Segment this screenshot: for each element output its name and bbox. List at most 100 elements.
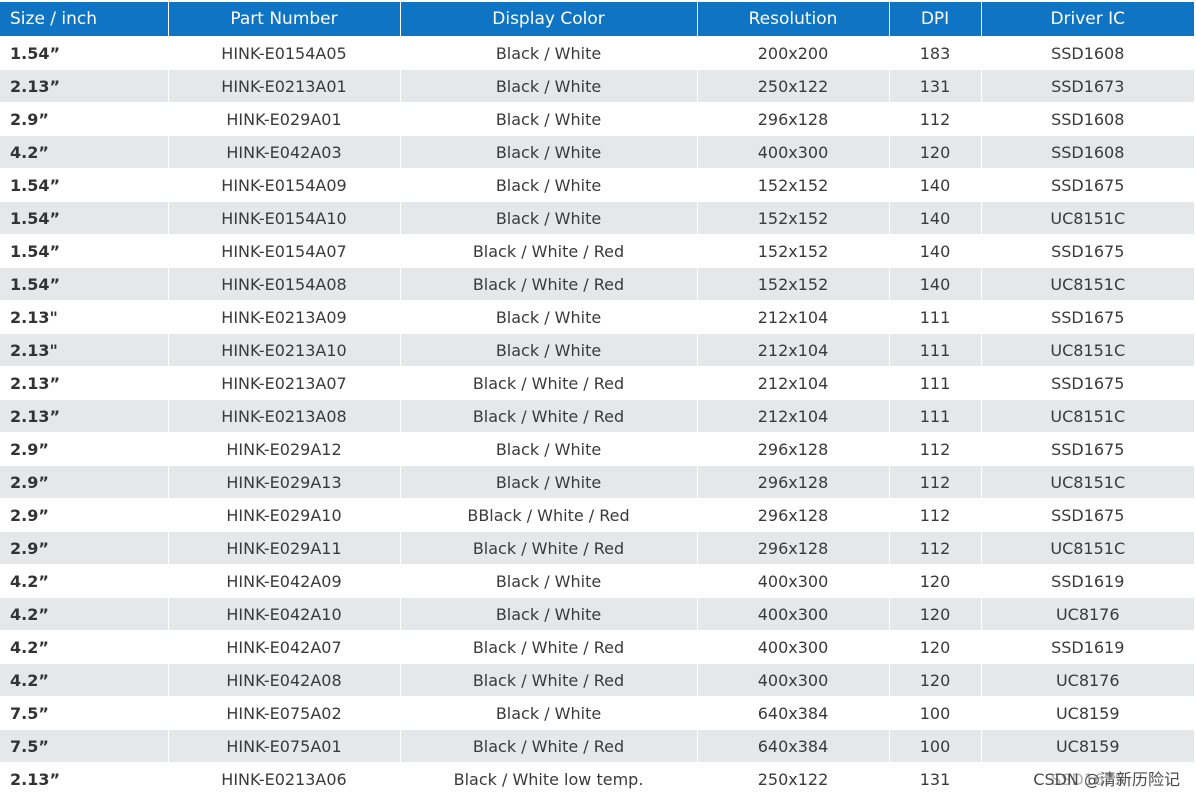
cell-dpi: 120 [889,564,982,598]
cell-resolution: 296x128 [697,465,890,499]
table-row: 4.2” HINK-E042A07 Black / White / Red 400x3… [0,630,1194,664]
watermark-text: CSDN @清新历险记 [1031,766,1182,790]
cell-dpi: 120 [889,630,982,664]
cell-part-number: HINK-E0154A05 [168,36,401,70]
cell-display-color: Black / White / Red [400,267,698,301]
cell-resolution: 296x128 [697,498,890,532]
cell-resolution: 250x122 [697,69,890,103]
cell-display-color: Black / White [400,168,698,202]
cell-driver-ic: SSD1675 [981,168,1194,202]
cell-driver-ic: UC8176 [981,597,1194,631]
cell-part-number: HINK-E0154A07 [168,234,401,268]
cell-display-color: Black / White [400,597,698,631]
cell-size: 2.9” [0,465,169,499]
cell-driver-ic: UC8151C [981,399,1194,433]
cell-size: 4.2” [0,135,169,169]
cell-part-number: HINK-E0154A09 [168,168,401,202]
cell-display-color: Black / White low temp. [400,762,698,795]
cell-driver-ic: SSD1608 [981,36,1194,70]
table-row: 1.54” HINK-E0154A09 Black / White 152x152 14… [0,168,1194,202]
table-row: 2.13” HINK-E0213A06 Black / White low temp… [0,762,1194,795]
cell-part-number: HINK-E0213A08 [168,399,401,433]
cell-dpi: 112 [889,531,982,565]
cell-size: 4.2” [0,597,169,631]
cell-part-number: HINK-E0213A07 [168,366,401,400]
cell-resolution: 400x300 [697,564,890,598]
cell-size: 2.13" [0,333,169,367]
table-row: 7.5” HINK-E075A01 Black / White / Red 640x3… [0,729,1194,763]
cell-driver-ic: UC8151C [981,333,1194,367]
cell-dpi: 111 [889,366,982,400]
cell-resolution: 152x152 [697,201,890,235]
cell-driver-ic: SSD1608 [981,135,1194,169]
cell-driver-ic: SSD1619 [981,630,1194,664]
cell-resolution: 400x300 [697,630,890,664]
cell-size: 2.13” [0,69,169,103]
cell-part-number: HINK-E075A01 [168,729,401,763]
column-header-dpi: DPI [889,2,982,37]
cell-dpi: 120 [889,135,982,169]
cell-driver-ic: UC8159 [981,729,1194,763]
cell-display-color: Black / White / Red [400,663,698,697]
cell-size: 2.13” [0,762,169,795]
cell-dpi: 140 [889,267,982,301]
cell-part-number: HINK-E0154A10 [168,201,401,235]
cell-size: 4.2” [0,564,169,598]
cell-resolution: 212x104 [697,300,890,334]
cell-driver-ic: UC8151C [981,465,1194,499]
cell-size: 2.13” [0,399,169,433]
cell-resolution: 640x384 [697,729,890,763]
cell-resolution: 400x300 [697,135,890,169]
cell-part-number: HINK-E029A13 [168,465,401,499]
cell-display-color: Black / White / Red [400,366,698,400]
cell-dpi: 120 [889,663,982,697]
cell-part-number: HINK-E042A09 [168,564,401,598]
cell-part-number: HINK-E075A02 [168,696,401,730]
cell-resolution: 296x128 [697,102,890,136]
table-row: 1.54” HINK-E0154A10 Black / White 152x152 14… [0,201,1194,235]
cell-driver-ic: SSD1675 [981,432,1194,466]
cell-resolution: 212x104 [697,366,890,400]
cell-resolution: 640x384 [697,696,890,730]
table-row: 2.9” HINK-E029A12 Black / White 296x128 112 S… [0,432,1194,466]
cell-part-number: HINK-E042A07 [168,630,401,664]
cell-part-number: HINK-E029A10 [168,498,401,532]
cell-display-color: Black / White / Red [400,531,698,565]
cell-size: 2.9” [0,432,169,466]
cell-dpi: 140 [889,234,982,268]
table-row: 2.13" HINK-E0213A10 Black / White 212x104 11… [0,333,1194,367]
cell-part-number: HINK-E0213A10 [168,333,401,367]
cell-size: 4.2” [0,630,169,664]
column-header-size: Size / inch [0,2,169,37]
table-row: 4.2” HINK-E042A10 Black / White 400x300 120 U… [0,597,1194,631]
cell-part-number: HINK-E0213A09 [168,300,401,334]
table-row: 4.2” HINK-E042A03 Black / White 400x300 120 S… [0,135,1194,169]
cell-part-number: HINK-E042A03 [168,135,401,169]
cell-dpi: 112 [889,498,982,532]
cell-dpi: 111 [889,300,982,334]
cell-dpi: 112 [889,465,982,499]
cell-driver-ic: SSD1675 [981,300,1194,334]
cell-driver-ic: SSD1675 [981,498,1194,532]
cell-part-number: HINK-E029A01 [168,102,401,136]
cell-resolution: 152x152 [697,267,890,301]
cell-part-number: HINK-E0154A08 [168,267,401,301]
table-row: 4.2” HINK-E042A08 Black / White / Red 400x3… [0,663,1194,697]
cell-size: 2.9” [0,498,169,532]
cell-size: 1.54” [0,168,169,202]
cell-display-color: Black / White / Red [400,234,698,268]
cell-resolution: 200x200 [697,36,890,70]
cell-size: 4.2” [0,663,169,697]
cell-part-number: HINK-E0213A06 [168,762,401,795]
table-row: 2.13” HINK-E0213A08 Black / White / Red 212… [0,399,1194,433]
table-row: 2.13” HINK-E0213A01 Black / White 250x122 13… [0,69,1194,103]
cell-dpi: 131 [889,762,982,795]
table-row: 2.9” HINK-E029A13 Black / White 296x128 112 U… [0,465,1194,499]
table-row: 2.13" HINK-E0213A09 Black / White 212x104 11… [0,300,1194,334]
cell-size: 7.5” [0,696,169,730]
cell-dpi: 100 [889,729,982,763]
cell-size: 2.9” [0,531,169,565]
cell-part-number: HINK-E029A12 [168,432,401,466]
table-row: 4.2” HINK-E042A09 Black / White 400x300 120 S… [0,564,1194,598]
table-row: 2.9” HINK-E029A01 Black / White 296x128 112 S… [0,102,1194,136]
